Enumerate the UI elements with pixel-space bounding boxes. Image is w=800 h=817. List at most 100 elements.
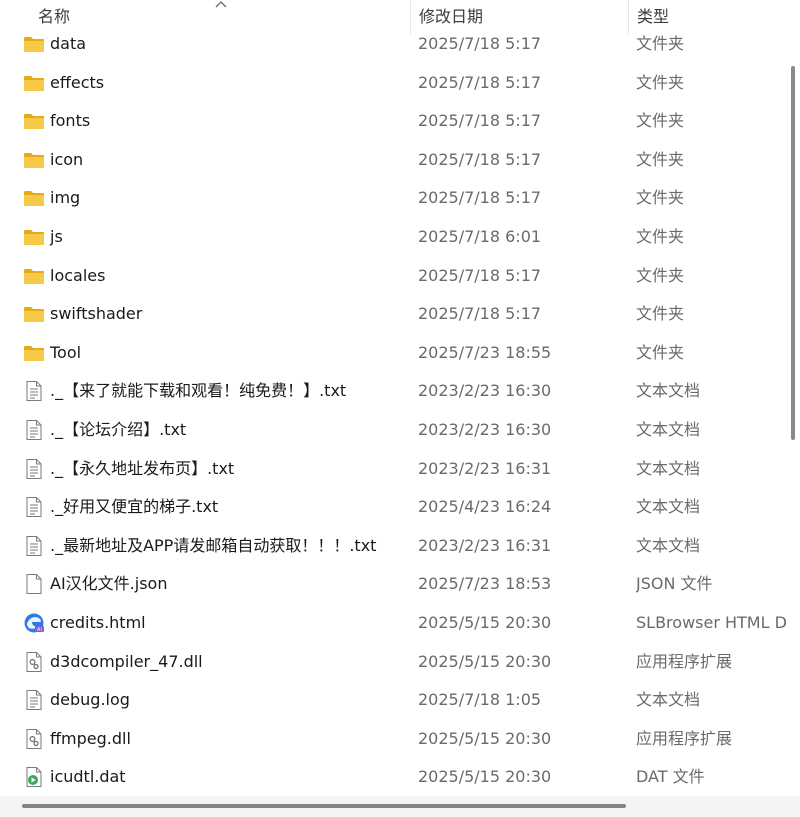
- horizontal-scrollbar[interactable]: [0, 796, 800, 817]
- file-modified-date: 2023/2/23 16:31: [418, 535, 552, 555]
- file-row[interactable]: swiftshader 2025/7/18 5:17 文件夹: [0, 295, 786, 334]
- file-row[interactable]: effects 2025/7/18 5:17 文件夹: [0, 64, 786, 103]
- folder-icon: [23, 149, 45, 171]
- file-type: 文本文档: [636, 381, 701, 401]
- file-type: 应用程序扩展: [636, 728, 733, 748]
- file-type: JSON 文件: [636, 574, 713, 594]
- file-modified-date: 2025/7/18 5:17: [418, 111, 542, 131]
- file-type: 文本文档: [636, 690, 701, 710]
- file-name: ffmpeg.dll: [50, 728, 131, 748]
- file-name: locales: [50, 265, 106, 285]
- file-modified-date: 2025/7/18 5:17: [418, 34, 542, 53]
- file-row[interactable]: Tool 2025/7/23 18:55 文件夹: [0, 334, 786, 373]
- file-row[interactable]: data 2025/7/18 5:17 文件夹: [0, 25, 786, 64]
- file-modified-date: 2023/2/23 16:30: [418, 419, 552, 439]
- blank-file-icon: [23, 573, 45, 595]
- svg-text:AI: AI: [37, 627, 42, 633]
- folder-icon: [23, 342, 45, 364]
- file-row[interactable]: fonts 2025/7/18 5:17 文件夹: [0, 102, 786, 141]
- file-explorer-window: 名称 修改日期 类型 data 2025/7/18 5:17 文件夹 effects…: [0, 0, 800, 817]
- file-type: 文件夹: [636, 34, 685, 53]
- folder-icon: [23, 33, 45, 55]
- file-row[interactable]: locales 2025/7/18 5:17 文件夹: [0, 257, 786, 296]
- file-modified-date: 2025/7/18 6:01: [418, 226, 542, 246]
- file-row[interactable]: icon 2025/7/18 5:17 文件夹: [0, 141, 786, 180]
- vertical-scrollbar-thumb[interactable]: [791, 66, 795, 440]
- file-row[interactable]: ._【论坛介绍】.txt 2023/2/23 16:30 文本文档: [0, 411, 786, 450]
- horizontal-scrollbar-thumb[interactable]: [22, 804, 626, 808]
- file-type: 文件夹: [636, 265, 685, 285]
- file-row[interactable]: ._最新地址及APP请发邮箱自动获取！！！.txt 2023/2/23 16:31…: [0, 527, 786, 566]
- text-file-icon: [23, 496, 45, 518]
- file-type: 文件夹: [636, 111, 685, 131]
- file-type: SLBrowser HTML D: [636, 612, 787, 632]
- file-row[interactable]: AI汉化文件.json 2025/7/23 18:53 JSON 文件: [0, 565, 786, 604]
- file-modified-date: 2025/5/15 20:30: [418, 612, 552, 632]
- text-file-icon: [23, 535, 45, 557]
- file-name: credits.html: [50, 612, 146, 632]
- file-name: ._好用又便宜的梯子.txt: [50, 497, 219, 517]
- file-row[interactable]: ._好用又便宜的梯子.txt 2025/4/23 16:24 文本文档: [0, 488, 786, 527]
- file-type: 文件夹: [636, 72, 685, 92]
- file-modified-date: 2025/7/18 5:17: [418, 265, 542, 285]
- file-name: ._【论坛介绍】.txt: [50, 419, 187, 439]
- file-name: icon: [50, 149, 84, 169]
- file-row[interactable]: debug.log 2025/7/18 1:05 文本文档: [0, 681, 786, 720]
- folder-icon: [23, 303, 45, 325]
- folder-icon: [23, 226, 45, 248]
- file-row[interactable]: img 2025/7/18 5:17 文件夹: [0, 179, 786, 218]
- file-type: 文件夹: [636, 188, 685, 208]
- file-name: debug.log: [50, 690, 130, 710]
- file-list: data 2025/7/18 5:17 文件夹 effects 2025/7/18 5…: [0, 25, 787, 797]
- file-row[interactable]: ._【永久地址发布页】.txt 2023/2/23 16:31 文本文档: [0, 450, 786, 489]
- file-name: effects: [50, 72, 105, 92]
- vertical-scrollbar[interactable]: [786, 0, 800, 796]
- file-type: 文件夹: [636, 149, 685, 169]
- file-modified-date: 2025/5/15 20:30: [418, 728, 552, 748]
- file-modified-date: 2025/5/15 20:30: [418, 767, 552, 787]
- file-modified-date: 2025/7/18 5:17: [418, 72, 542, 92]
- file-name: swiftshader: [50, 304, 143, 324]
- media-file-icon: [23, 766, 45, 788]
- file-modified-date: 2023/2/23 16:30: [418, 381, 552, 401]
- file-modified-date: 2025/7/18 1:05: [418, 690, 542, 710]
- file-name: img: [50, 188, 81, 208]
- file-modified-date: 2025/4/23 16:24: [418, 497, 552, 517]
- dll-file-icon: [23, 728, 45, 750]
- file-name: icudtl.dat: [50, 767, 126, 787]
- file-type: 文件夹: [636, 342, 685, 362]
- browser-icon: AI: [23, 612, 45, 634]
- file-name: Tool: [50, 342, 82, 362]
- file-type: 应用程序扩展: [636, 651, 733, 671]
- file-modified-date: 2025/7/23 18:55: [418, 342, 552, 362]
- file-modified-date: 2023/2/23 16:31: [418, 458, 552, 478]
- file-row[interactable]: js 2025/7/18 6:01 文件夹: [0, 218, 786, 257]
- file-row[interactable]: AI credits.html 2025/5/15 20:30 SLBrowser …: [0, 604, 787, 643]
- file-type: 文件夹: [636, 304, 685, 324]
- file-modified-date: 2025/7/23 18:53: [418, 574, 552, 594]
- file-modified-date: 2025/7/18 5:17: [418, 304, 542, 324]
- file-type: 文件夹: [636, 226, 685, 246]
- file-name: data: [50, 34, 87, 53]
- dll-file-icon: [23, 651, 45, 673]
- file-type: DAT 文件: [636, 767, 705, 787]
- file-type: 文本文档: [636, 535, 701, 555]
- file-name: ._最新地址及APP请发邮箱自动获取！！！.txt: [50, 535, 377, 555]
- file-modified-date: 2025/7/18 5:17: [418, 188, 542, 208]
- file-type: 文本文档: [636, 419, 701, 439]
- file-name: ._【来了就能下载和观看！纯免费！】.txt: [50, 381, 347, 401]
- file-modified-date: 2025/5/15 20:30: [418, 651, 552, 671]
- folder-icon: [23, 265, 45, 287]
- folder-icon: [23, 72, 45, 94]
- file-row[interactable]: ._【来了就能下载和观看！纯免费！】.txt 2023/2/23 16:30 文本文…: [0, 372, 786, 411]
- file-modified-date: 2025/7/18 5:17: [418, 149, 542, 169]
- file-name: ._【永久地址发布页】.txt: [50, 458, 235, 478]
- file-type: 文本文档: [636, 458, 701, 478]
- file-row[interactable]: ffmpeg.dll 2025/5/15 20:30 应用程序扩展: [0, 720, 786, 759]
- file-row[interactable]: icudtl.dat 2025/5/15 20:30 DAT 文件: [0, 758, 786, 797]
- file-name: AI汉化文件.json: [50, 574, 168, 594]
- file-type: 文本文档: [636, 497, 701, 517]
- file-name: d3dcompiler_47.dll: [50, 651, 203, 671]
- file-row[interactable]: d3dcompiler_47.dll 2025/5/15 20:30 应用程序扩展: [0, 643, 786, 682]
- file-name: js: [50, 226, 63, 246]
